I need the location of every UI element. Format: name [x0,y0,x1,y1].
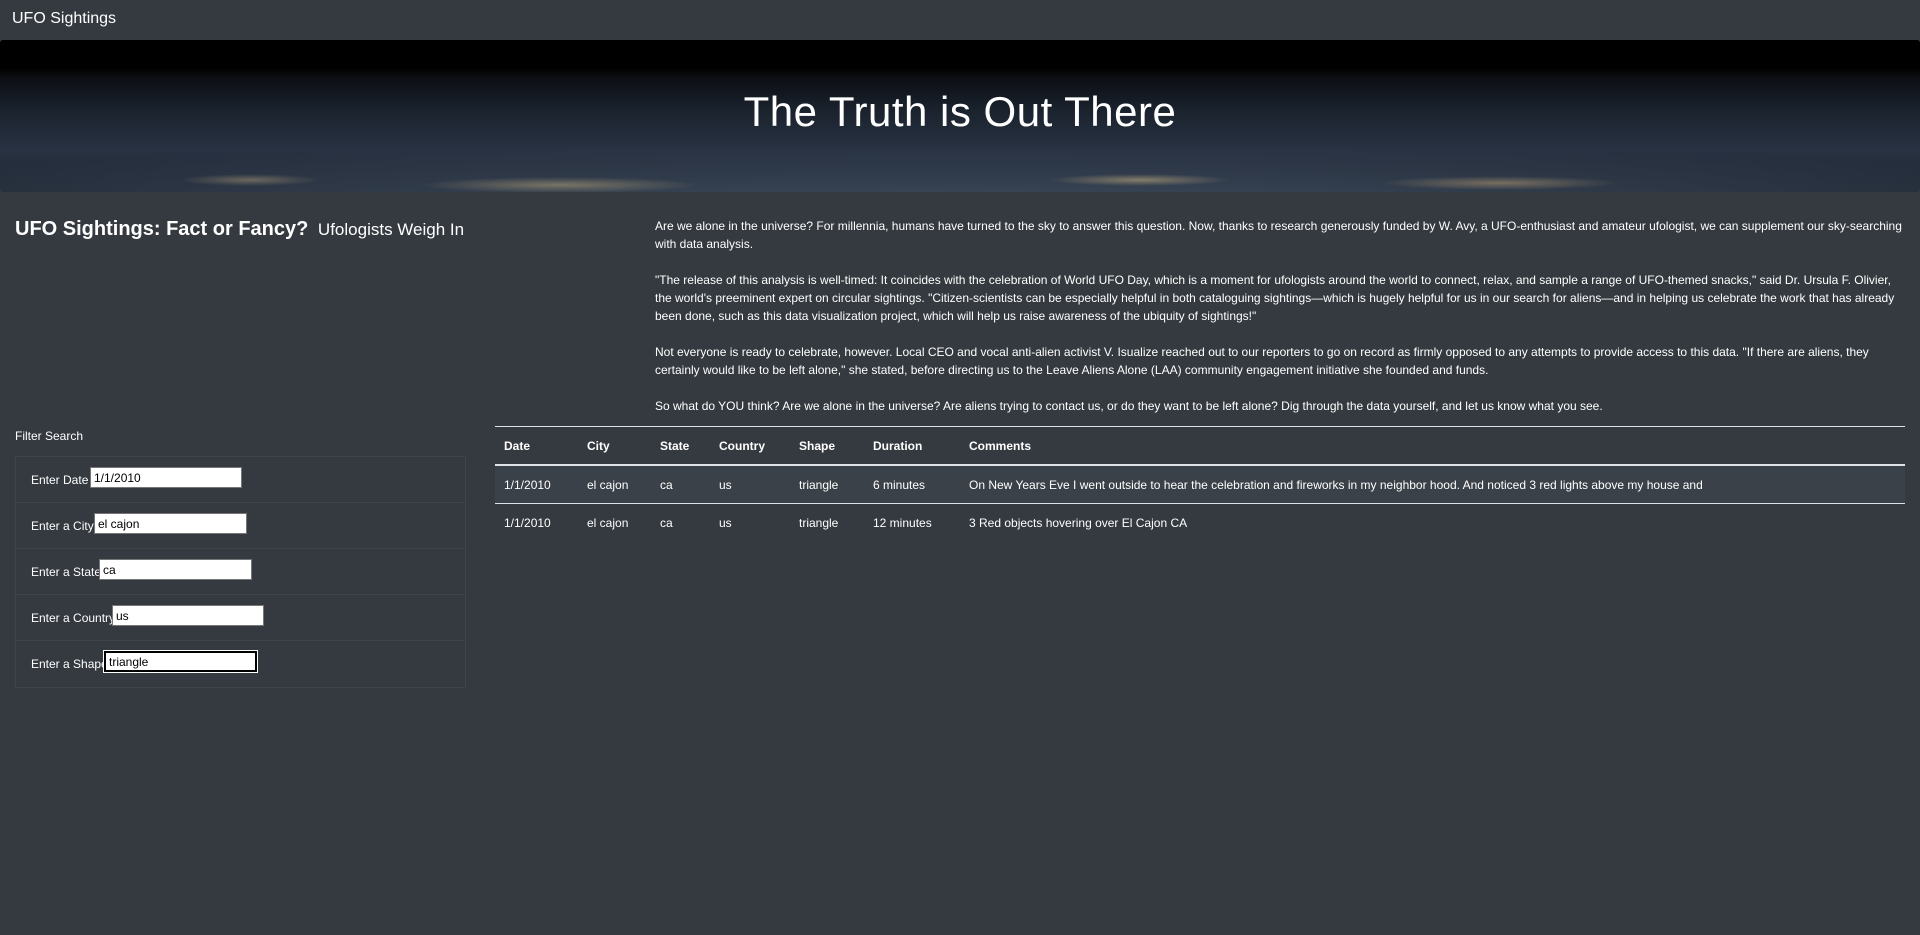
date-filter-input[interactable] [90,467,242,488]
navbar: UFO Sightings [0,0,1920,40]
table-row: 1/1/2010 el cajon ca us triangle 6 minut… [495,465,1905,504]
article-paragraph: Not everyone is ready to celebrate, howe… [655,345,1869,377]
state-filter-label: Enter a State [31,565,102,579]
column-header-date: Date [495,426,578,466]
column-header-country: Country [710,426,790,466]
table-row: 1/1/2010 el cajon ca us triangle 12 minu… [495,504,1905,542]
country-filter-label: Enter a Country [31,611,116,625]
ufo-sightings-table: Date City State Country Shape Duration C… [495,426,1905,541]
column-header-state: State [651,426,710,466]
filter-row-date: Enter Date [16,457,465,503]
article-paragraph: So what do YOU think? Are we alone in th… [655,399,1603,413]
date-filter-label: Enter Date [31,473,89,487]
page-headline: UFO Sightings: Fact or Fancy? Ufologists… [15,218,464,241]
cell-city: el cajon [587,515,629,530]
column-header-duration: Duration [864,426,960,466]
cell-state: ca [651,465,710,504]
column-header-city: City [578,426,651,466]
cell-country: us [710,465,790,504]
filter-search-title: Filter Search [15,429,84,443]
article-paragraph: "The release of this analysis is well-ti… [655,273,1895,323]
table-header-row: Date City State Country Shape Duration C… [495,426,1905,466]
cell-country: us [719,515,732,530]
navbar-brand-link[interactable]: UFO Sightings [12,10,116,28]
column-header-shape: Shape [790,426,864,466]
article-text: Are we alone in the universe? For millen… [655,217,1905,433]
cell-city: el cajon [578,465,651,504]
shape-filter-label: Enter a Shape [31,657,108,671]
filter-row-state: Enter a State [16,549,465,595]
filter-panel: Enter Date Enter a City Enter a State En… [15,456,466,688]
headline-title: UFO Sightings: Fact or Fancy? [15,218,309,240]
filter-row-city: Enter a City [16,503,465,549]
hero-banner: The Truth is Out There [0,40,1920,192]
headline-subtitle: Ufologists Weigh In [317,220,465,239]
cell-shape: triangle [799,515,839,530]
cell-date: 1/1/2010 [504,515,551,530]
hero-title: The Truth is Out There [743,88,1177,135]
cell-duration: 6 minutes [864,465,960,504]
city-filter-label: Enter a City [31,519,94,533]
cell-date: 1/1/2010 [495,465,578,504]
cell-comments: On New Years Eve I went outside to hear … [960,465,1905,504]
shape-filter-input[interactable] [103,650,258,673]
cell-state: ca [660,515,673,530]
filter-row-shape: Enter a Shape [16,641,465,686]
cell-comments: 3 Red objects hovering over El Cajon CA [969,515,1188,530]
country-filter-input[interactable] [112,605,264,626]
cell-shape: triangle [790,465,864,504]
article-paragraph: Are we alone in the universe? For millen… [655,219,1902,251]
filter-row-country: Enter a Country [16,595,465,641]
cell-duration: 12 minutes [873,515,932,530]
column-header-comments: Comments [960,426,1905,466]
state-filter-input[interactable] [99,559,252,580]
city-filter-input[interactable] [94,513,247,534]
